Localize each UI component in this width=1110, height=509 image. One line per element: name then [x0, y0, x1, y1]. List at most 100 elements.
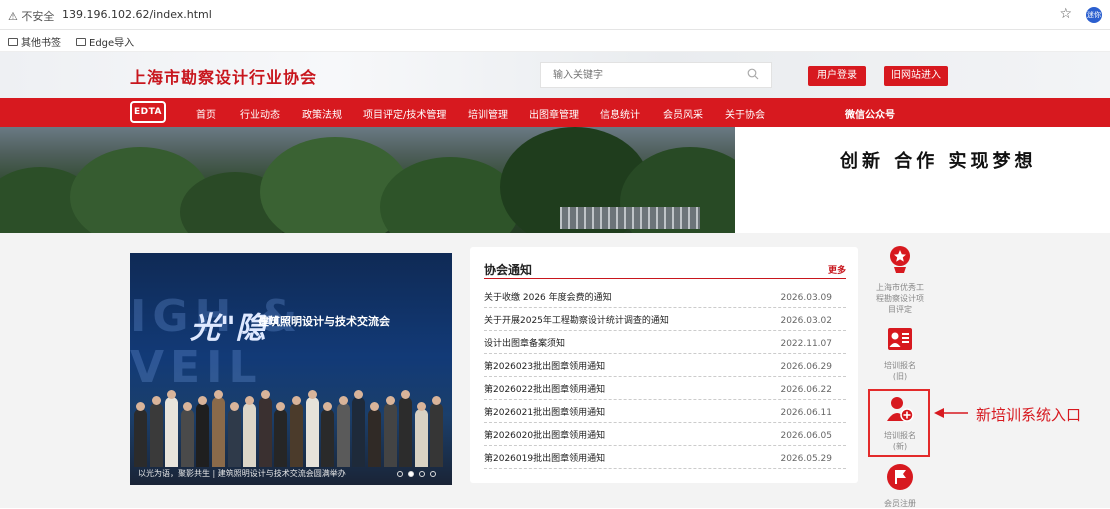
person-head: [370, 402, 379, 411]
insecure-warning[interactable]: ⚠ 不安全: [8, 8, 54, 24]
bookmark-other[interactable]: 其他书签: [8, 34, 61, 49]
photo-subtitle: 建筑照明设计与技术交流会: [258, 315, 390, 328]
notice-item[interactable]: 第2026020批出图章领用通知 2026.06.05: [484, 423, 846, 446]
training-old-link[interactable]: 培训报名 (旧): [870, 325, 930, 382]
profile-avatar[interactable]: 迷你: [1086, 7, 1102, 23]
person-head: [292, 396, 301, 405]
nav-home[interactable]: 首页: [196, 106, 216, 121]
person-figure: [196, 403, 210, 467]
notice-list: 关于收缴 2026 年度会费的通知 2026.03.09 关于开展2025年工程勘…: [484, 285, 846, 469]
nav-members[interactable]: 会员风采: [663, 106, 703, 121]
person-figure: [352, 397, 366, 467]
notice-item[interactable]: 第2026021批出图章领用通知 2026.06.11: [484, 400, 846, 423]
nav-wechat[interactable]: 微信公众号: [845, 106, 895, 121]
person-head: [416, 402, 426, 411]
person-figure: [368, 409, 381, 467]
carousel-dot[interactable]: [397, 471, 403, 477]
person-figure: [227, 409, 241, 467]
person-head: [307, 390, 317, 399]
person-figure: [243, 403, 257, 467]
carousel-dot[interactable]: [408, 471, 414, 477]
nav-project-review[interactable]: 项目评定/技术管理: [363, 106, 446, 121]
folder-icon: [76, 37, 86, 46]
notice-item[interactable]: 关于开展2025年工程勘察设计统计调查的通知 2026.03.02: [484, 308, 846, 331]
photo-background-text: IGH & VEIL: [130, 291, 303, 393]
person-figure: [165, 397, 179, 467]
search-box: [540, 62, 772, 88]
person-figure: [430, 403, 444, 467]
nav-stamp-management[interactable]: 出图章管理: [529, 106, 579, 121]
carousel-dot[interactable]: [430, 471, 436, 477]
member-register-link[interactable]: 会员注册: [870, 463, 930, 509]
person-figure: [336, 403, 350, 467]
notice-item[interactable]: 第2026022批出图章领用通知 2026.06.22: [484, 377, 846, 400]
annotation-box: [868, 389, 930, 457]
search-icon[interactable]: [747, 68, 759, 80]
person-head: [136, 402, 145, 411]
notice-panel: 协会通知 更多 关于收缴 2026 年度会费的通知 2026.03.09 关于开展…: [470, 247, 858, 483]
carousel-dot[interactable]: [419, 471, 425, 477]
person-figure: [399, 397, 413, 467]
notice-divider: [484, 278, 846, 279]
banner-image: [0, 127, 735, 233]
site-title[interactable]: 上海市勘察设计行业协会: [130, 64, 317, 88]
person-figure: [149, 403, 163, 467]
person-head: [182, 402, 192, 411]
nav-industry-news[interactable]: 行业动态: [240, 106, 280, 121]
edta-logo[interactable]: EDTA: [130, 101, 166, 123]
person-figure: [290, 403, 303, 467]
person-head: [385, 396, 395, 405]
nav-policy[interactable]: 政策法规: [302, 106, 342, 121]
flag-icon: [887, 464, 913, 490]
favorite-star-icon[interactable]: ☆: [1059, 6, 1072, 22]
notice-title: 协会通知: [484, 263, 533, 277]
nav-about[interactable]: 关于协会: [725, 106, 765, 121]
more-link[interactable]: 更多: [828, 263, 846, 276]
quick-links: 上海市优秀工 程勘察设计项 目评定 培训报名 (旧) 培训报名 (新) 会员注册: [870, 233, 930, 508]
notice-item[interactable]: 关于收缴 2026 年度会费的通知 2026.03.09: [484, 285, 846, 308]
person-figure: [134, 409, 147, 467]
nav-training[interactable]: 培训管理: [468, 106, 508, 121]
person-head: [260, 390, 270, 399]
person-figure: [383, 403, 397, 467]
person-head: [338, 396, 348, 405]
login-button[interactable]: 用户登录: [808, 66, 866, 86]
carousel-caption[interactable]: 以光为语，聚影共生 | 建筑照明设计与技术交流会圆满举办: [138, 468, 346, 479]
trophy-icon: [890, 246, 910, 273]
person-head: [229, 402, 239, 411]
side-label: 培训报名 (旧): [884, 361, 916, 381]
notice-item[interactable]: 第2026023批出图章领用通知 2026.06.29: [484, 354, 846, 377]
person-figure: [414, 409, 428, 467]
old-site-button[interactable]: 旧网站进入: [884, 66, 948, 86]
notice-item[interactable]: 第2026019批出图章领用通知 2026.05.29: [484, 446, 846, 469]
excellent-project-link[interactable]: 上海市优秀工 程勘察设计项 目评定: [870, 245, 930, 315]
main-content: IGH & VEIL 光"隐" 建筑照明设计与技术交流会 以光为语，聚影共生 |…: [0, 233, 1110, 508]
person-figure: [274, 409, 288, 467]
person-figure: [321, 409, 335, 467]
person-head: [151, 396, 161, 405]
url-field[interactable]: 139.196.102.62/index.html: [62, 8, 212, 21]
person-figure: [305, 397, 319, 467]
hero-banner: 创新 合作 实现梦想: [0, 127, 1110, 233]
browser-address-bar: ⚠ 不安全 139.196.102.62/index.html ☆ 迷你: [0, 0, 1110, 30]
bookmark-edge-import[interactable]: Edge导入: [76, 34, 134, 49]
nav-statistics[interactable]: 信息统计: [600, 106, 640, 121]
person-head: [214, 390, 223, 399]
notice-item[interactable]: 设计出图章备案须知 2022.11.07: [484, 331, 846, 354]
person-figure: [180, 409, 194, 467]
folder-icon: [8, 37, 18, 46]
search-input[interactable]: [541, 63, 731, 88]
annotation-label: 新培训系统入口: [976, 406, 1082, 424]
banner-slogan: 创新 合作 实现梦想: [840, 151, 1037, 172]
person-figure: [212, 397, 225, 467]
id-card-icon: [888, 328, 912, 350]
news-carousel[interactable]: IGH & VEIL 光"隐" 建筑照明设计与技术交流会 以光为语，聚影共生 |…: [130, 253, 452, 485]
carousel-dots: [397, 471, 436, 477]
side-label: 上海市优秀工 程勘察设计项 目评定: [876, 283, 924, 314]
side-label: 会员注册: [884, 499, 916, 508]
bookmarks-bar: 其他书签 Edge导入: [0, 30, 1110, 52]
annotation-arrow-icon: [934, 408, 968, 418]
main-nav: EDTA 首页 行业动态 政策法规 项目评定/技术管理 培训管理 出图章管理 信…: [0, 98, 1110, 127]
person-figure: [258, 397, 272, 467]
site-header: 上海市勘察设计行业协会 用户登录 旧网站进入: [0, 52, 1110, 98]
